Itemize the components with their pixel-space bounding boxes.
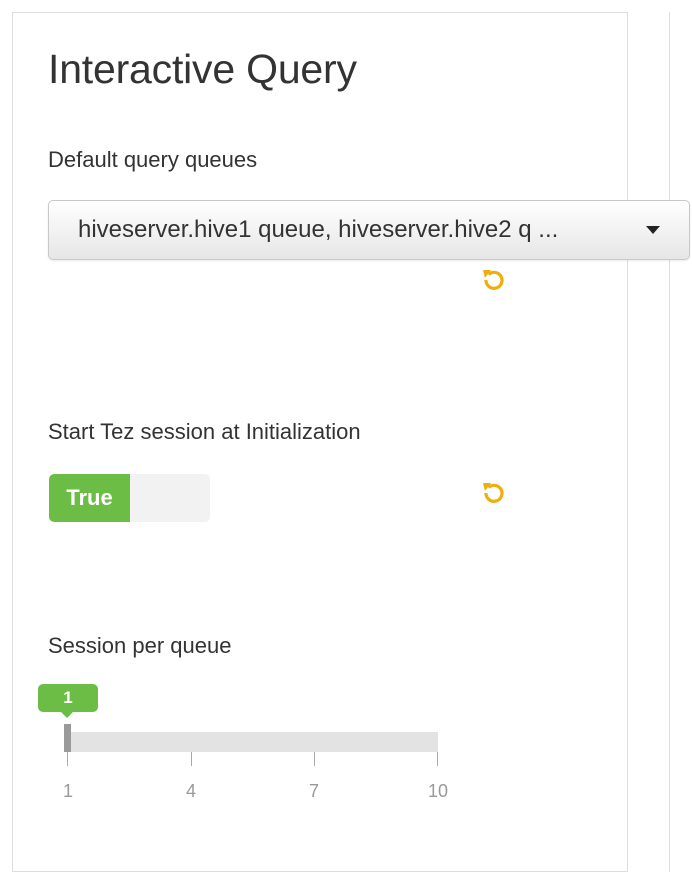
undo-icon[interactable] <box>480 479 508 507</box>
slider-tick <box>67 752 68 766</box>
dropdown-selected-value: hiveserver.hive1 queue, hiveserver.hive2… <box>78 216 559 243</box>
slider-tick-label: 10 <box>427 781 449 801</box>
slider-tick-label: 1 <box>62 781 73 801</box>
adjacent-panel-edge <box>669 12 692 872</box>
undo-icon[interactable] <box>480 266 508 294</box>
default-query-queues-label: Default query queues <box>48 147 258 172</box>
start-tez-session-label: Start Tez session at Initialization <box>48 419 361 444</box>
session-per-queue-slider-track[interactable] <box>66 732 438 752</box>
session-per-queue-label: Session per queue <box>48 633 232 658</box>
slider-value-tooltip: 1 <box>38 684 98 712</box>
tez-session-toggle[interactable]: True <box>49 474 210 522</box>
slider-tick <box>314 752 315 766</box>
slider-tick <box>437 752 438 766</box>
slider-tooltip-arrow <box>60 711 74 718</box>
panel-title: Interactive Query <box>48 46 357 92</box>
caret-down-icon <box>646 226 660 234</box>
slider-tick <box>191 752 192 766</box>
default-query-queues-dropdown[interactable]: hiveserver.hive1 queue, hiveserver.hive2… <box>48 200 690 260</box>
slider-handle[interactable] <box>64 724 71 752</box>
slider-tick-label: 4 <box>185 781 196 801</box>
slider-tick-label: 7 <box>308 781 319 801</box>
toggle-true-label: True <box>49 474 130 522</box>
